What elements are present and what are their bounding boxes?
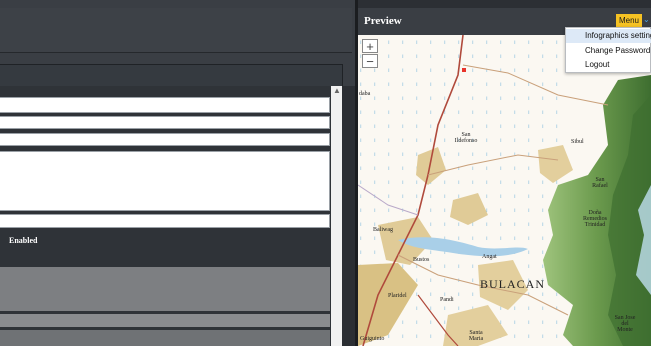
- textarea-field[interactable]: [0, 151, 330, 211]
- map-label: Plaridel: [388, 293, 407, 299]
- map-label: Doña Remedios Trinidad: [583, 210, 607, 228]
- preview-title: Preview: [364, 15, 402, 27]
- text-field-2[interactable]: [0, 116, 330, 129]
- scroll-up-arrow-icon[interactable]: ▲: [333, 87, 341, 95]
- menu-item-logout[interactable]: Logout: [566, 58, 651, 72]
- text-field-3[interactable]: [0, 133, 330, 146]
- map-label: Pandi: [440, 297, 454, 303]
- disabled-block: [0, 267, 330, 311]
- menu-item-infographics-settings[interactable]: Infographics settings: [566, 29, 651, 43]
- map-label: Guiguinto: [360, 336, 385, 342]
- map-marker: [462, 68, 466, 72]
- map-view[interactable]: ı: [358, 35, 651, 346]
- text-field-1[interactable]: [0, 97, 330, 113]
- zoom-in-button[interactable]: +: [362, 39, 378, 53]
- enabled-label: Enabled: [9, 236, 38, 245]
- user-menu-dropdown: Infographics settings Change Password Lo…: [565, 27, 651, 73]
- map-label: Baliwag: [373, 227, 393, 233]
- map-label: Bustos: [413, 257, 430, 263]
- map-label: Angat: [482, 254, 497, 260]
- editor-header: [0, 8, 352, 53]
- map-label: San Ildefonso: [454, 132, 478, 144]
- map-canvas: ı: [358, 35, 651, 346]
- map-label: Sibul: [571, 139, 584, 145]
- editor-tabbar: [0, 64, 343, 88]
- map-label: San Rafael: [592, 177, 608, 189]
- map-label-province: BULACAN: [480, 277, 546, 291]
- zoom-out-button[interactable]: −: [362, 54, 378, 68]
- map-label: daba: [359, 91, 371, 97]
- disabled-strip: [0, 314, 330, 327]
- disabled-strip-bottom: [0, 330, 330, 346]
- chevron-down-icon[interactable]: ⌄: [643, 15, 650, 24]
- menu-item-change-password[interactable]: Change Password: [566, 44, 651, 58]
- text-field-4[interactable]: [0, 214, 330, 228]
- editor-gutter: [342, 86, 355, 346]
- map-label: Santa Maria: [468, 330, 484, 342]
- editor-panel: Enabled ▲: [0, 0, 355, 346]
- map-label: San Jose del Monte: [614, 315, 636, 333]
- scrollbar[interactable]: [331, 86, 342, 346]
- menu-button[interactable]: Menu: [616, 14, 642, 27]
